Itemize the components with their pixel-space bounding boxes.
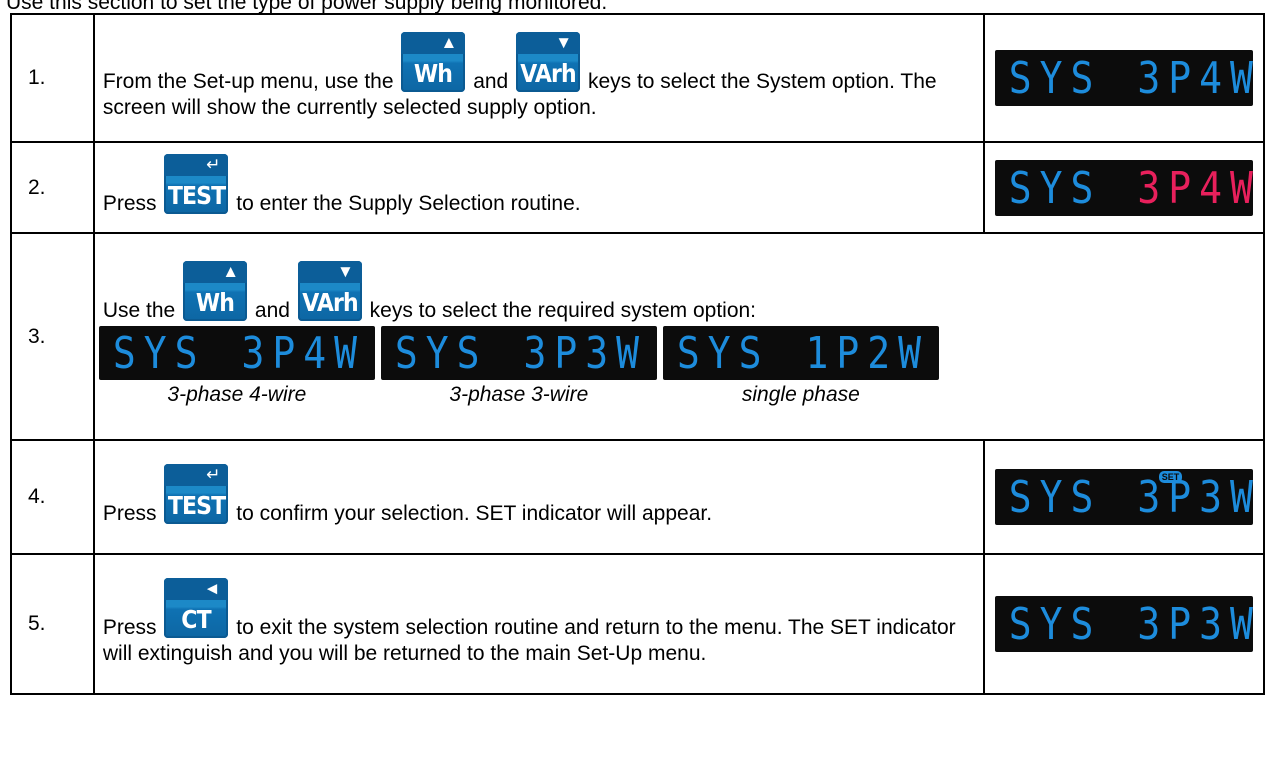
steps-table: 1. From the Set-up menu, use the ▲ Wh and…: [10, 13, 1265, 695]
lcd-text-right: 3P3W: [1137, 598, 1261, 650]
step-description: Press ↵ TEST to enter the Supply Selectio…: [92, 141, 985, 234]
lcd-display: SYS 3P3W: [994, 596, 1253, 652]
lcd-text-right: 3P4W: [241, 327, 366, 379]
varh-key-icon: ▼ VArh: [516, 31, 581, 92]
step-number: 3.: [10, 232, 95, 441]
step-text: keys to select the required system optio…: [369, 299, 757, 322]
lcd-display: SET SYS 3P3W: [994, 469, 1253, 525]
key-label: TEST: [168, 490, 226, 520]
test-key-icon: ↵ TEST: [164, 154, 229, 214]
option-caption: 3-phase 4-wire: [167, 383, 307, 406]
step-text: and: [254, 299, 290, 322]
ct-key-icon: ◄ CT: [164, 577, 229, 638]
key-label: TEST: [168, 181, 226, 210]
step-description: Press ◄ CT to exit the system selection r…: [92, 553, 985, 695]
display-cell: SYS 3P4W: [982, 141, 1265, 234]
down-arrow-icon: ▼: [555, 32, 573, 52]
enter-arrow-icon: ↵: [206, 464, 221, 484]
step-text: Use the: [102, 299, 176, 322]
step-row: 3. Use the ▲ Wh and ▼ VArh keys to select …: [10, 232, 1265, 441]
step-row: 5. Press ◄ CT to exit the system selectio…: [10, 553, 1265, 695]
key-label: CT: [181, 604, 212, 634]
lcd-text-right: 3P3W: [1137, 471, 1261, 523]
lcd-text-right: 3P4W: [1137, 52, 1261, 104]
step-text: From the Set-up menu, use the: [102, 69, 394, 93]
option-3p4w: SYS 3P4W 3-phase 4-wire: [98, 326, 375, 408]
option-3p3w: SYS 3P3W 3-phase 3-wire: [380, 326, 657, 408]
step-number: 1.: [10, 13, 95, 143]
step-text: Press: [102, 192, 157, 215]
lcd-text-right: 3P3W: [523, 327, 648, 379]
lcd-display: SYS 1P2W: [662, 326, 939, 380]
intro-text: Use this section to set the type of powe…: [6, 0, 608, 14]
lcd-text-left: SYS: [1008, 162, 1102, 213]
option-caption: single phase: [741, 383, 860, 406]
lcd-display: SYS 3P3W: [380, 326, 657, 380]
down-arrow-icon: ▼: [336, 262, 354, 281]
step-row: 2. Press ↵ TEST to enter the Supply Selec…: [10, 141, 1265, 234]
lcd-text-right-flashing: 3P4W: [1137, 162, 1261, 213]
display-cell: SET SYS 3P3W: [982, 439, 1265, 555]
test-key-icon: ↵ TEST: [164, 463, 229, 524]
lcd-display: SYS 3P4W: [98, 326, 375, 380]
key-label: Wh: [414, 58, 453, 88]
display-cell: SYS 3P3W: [982, 553, 1265, 695]
up-arrow-icon: ▲: [440, 32, 458, 52]
up-arrow-icon: ▲: [222, 262, 240, 281]
key-label: VArh: [520, 58, 576, 88]
wh-key-icon: ▲ Wh: [401, 31, 466, 92]
step-text: to enter the Supply Selection routine.: [236, 192, 581, 215]
lcd-text-left: SYS: [1008, 471, 1102, 523]
lcd-text-left: SYS: [1008, 52, 1102, 104]
step-text: to exit the system selection routine and…: [102, 615, 956, 665]
lcd-display: SYS 3P4W: [994, 159, 1253, 216]
lcd-text-left: SYS: [1008, 598, 1102, 650]
step-row: 1. From the Set-up menu, use the ▲ Wh and…: [10, 13, 1265, 143]
varh-key-icon: ▼ VArh: [297, 261, 362, 321]
step-description: From the Set-up menu, use the ▲ Wh and ▼ V…: [92, 13, 985, 143]
step-number: 4.: [10, 439, 95, 555]
step-text: and: [473, 69, 509, 93]
lcd-text-right: 1P2W: [805, 327, 930, 379]
step-text: Press: [102, 615, 157, 639]
option-1p2w: SYS 1P2W single phase: [662, 326, 939, 408]
lcd-display: SYS 3P4W: [994, 50, 1253, 106]
lcd-text-left: SYS: [112, 327, 206, 379]
step-text: Press: [102, 501, 157, 525]
step-description: Press ↵ TEST to confirm your selection. S…: [92, 439, 985, 555]
step-text: to confirm your selection. SET indicator…: [236, 501, 713, 525]
wh-key-icon: ▲ Wh: [183, 261, 248, 321]
display-cell: SYS 3P4W: [982, 13, 1265, 143]
lcd-text-left: SYS: [394, 327, 488, 379]
lcd-text-left: SYS: [676, 327, 770, 379]
step-number: 5.: [10, 553, 95, 695]
step-description: Use the ▲ Wh and ▼ VArh keys to select the…: [92, 232, 1265, 441]
key-label: VArh: [302, 288, 358, 317]
step-row: 4. Press ↵ TEST to confirm your selection…: [10, 439, 1265, 555]
option-caption: 3-phase 3-wire: [449, 383, 589, 406]
step-number: 2.: [10, 141, 95, 234]
system-options: SYS 3P4W 3-phase 4-wire SYS 3P3W 3-phase…: [98, 326, 1255, 408]
enter-arrow-icon: ↵: [206, 155, 221, 174]
key-label: Wh: [195, 288, 235, 317]
left-arrow-icon: ◄: [203, 578, 221, 598]
